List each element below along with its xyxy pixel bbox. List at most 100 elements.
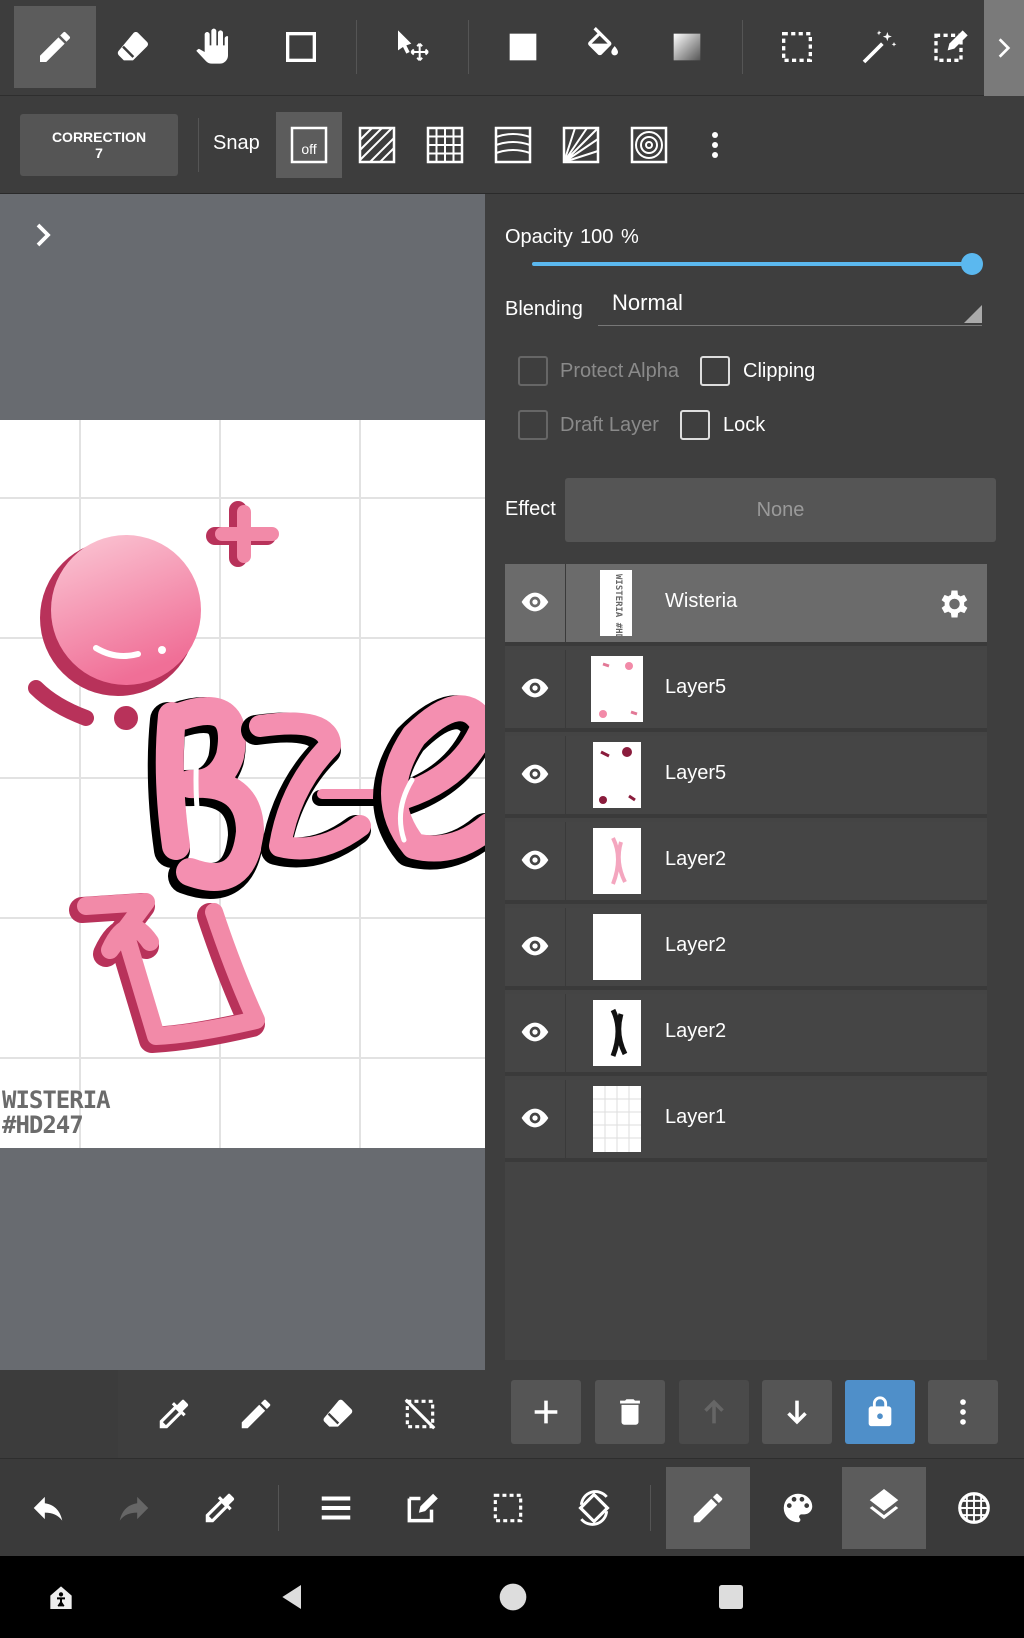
lock-checkbox[interactable] xyxy=(680,410,710,440)
layer-panel-button[interactable] xyxy=(842,1467,926,1549)
recents-button[interactable] xyxy=(710,1576,752,1618)
material-panel-button[interactable] xyxy=(932,1467,1016,1549)
snap-circle-button[interactable] xyxy=(616,112,682,178)
correction-label: CORRECTION xyxy=(51,129,147,145)
deselect-icon xyxy=(404,1398,436,1430)
layer-name: Layer1 xyxy=(665,1106,727,1128)
effect-button[interactable]: None xyxy=(565,478,996,542)
pen-icon xyxy=(693,1493,723,1523)
arrow-up-icon xyxy=(704,1399,724,1424)
arrow-down-icon xyxy=(787,1400,807,1425)
draft-layer-checkbox[interactable] xyxy=(518,410,548,440)
eraser-icon xyxy=(117,32,148,61)
layer-row-layer2-a[interactable]: Layer2 xyxy=(505,822,987,904)
move-layer-up-button[interactable] xyxy=(679,1380,749,1444)
menu-button[interactable] xyxy=(294,1467,378,1549)
layer-thumbnail xyxy=(593,914,641,980)
heart-outline-shape xyxy=(69,893,265,1053)
magic-wand-tool-button[interactable] xyxy=(838,6,920,88)
artboard[interactable]: WISTERIA #HD247 xyxy=(0,420,485,1148)
layer-name: Layer2 xyxy=(665,848,727,870)
dot-mark xyxy=(114,706,138,730)
snap-off-button[interactable]: off xyxy=(276,112,342,178)
eye-icon[interactable] xyxy=(519,930,551,962)
opacity-slider-track[interactable] xyxy=(532,262,972,266)
home-button[interactable] xyxy=(492,1576,534,1618)
bottom-toolbar xyxy=(0,1458,1024,1556)
blending-select[interactable]: Normal xyxy=(598,282,982,326)
layer-row-wisteria[interactable]: WISTERIA #HD247 Wisteria xyxy=(505,564,987,646)
rotate-canvas-button[interactable] xyxy=(552,1467,636,1549)
eye-icon[interactable] xyxy=(519,844,551,876)
snap-parallel-button[interactable] xyxy=(344,112,410,178)
watermark-line2: #HD247 xyxy=(2,1111,84,1139)
palette-icon xyxy=(783,1493,813,1523)
layer-row-layer5-b[interactable]: Layer5 xyxy=(505,736,987,818)
quick-pen-button[interactable] xyxy=(230,1388,282,1440)
eye-icon[interactable] xyxy=(519,672,551,704)
pen-tool-button[interactable] xyxy=(14,6,96,88)
edit-button[interactable] xyxy=(380,1467,464,1549)
select-pen-tool-button[interactable] xyxy=(918,6,984,88)
concentric-circles-icon xyxy=(630,126,668,164)
lock-layer-button[interactable] xyxy=(845,1380,915,1444)
correction-button[interactable]: CORRECTION 7 xyxy=(20,114,178,176)
curve-lines-icon xyxy=(494,126,532,164)
effect-label: Effect xyxy=(505,498,556,520)
opacity-slider-thumb[interactable] xyxy=(961,253,983,275)
add-layer-button[interactable] xyxy=(511,1380,581,1444)
pen-icon xyxy=(40,31,70,62)
move-tool-button[interactable] xyxy=(372,6,454,88)
delete-layer-button[interactable] xyxy=(595,1380,665,1444)
snap-radial-button[interactable] xyxy=(548,112,614,178)
accessibility-button[interactable] xyxy=(40,1576,82,1618)
canvas-area[interactable]: WISTERIA #HD247 xyxy=(0,194,485,1370)
bucket-tool-button[interactable] xyxy=(562,6,644,88)
hamburger-menu-icon xyxy=(321,1496,351,1520)
eye-icon[interactable] xyxy=(519,1102,551,1134)
snap-more-button[interactable] xyxy=(682,112,748,178)
layer-row-layer5-a[interactable]: Layer5 xyxy=(505,650,987,732)
eyedropper-button[interactable] xyxy=(178,1467,262,1549)
more-vertical-icon xyxy=(712,132,718,158)
hand-tool-button[interactable] xyxy=(172,6,254,88)
shape-tool-button[interactable] xyxy=(260,6,342,88)
selection-button[interactable] xyxy=(466,1467,550,1549)
undo-button[interactable] xyxy=(6,1467,90,1549)
fill-rect-tool-button[interactable] xyxy=(482,6,564,88)
quick-eyedropper-button[interactable] xyxy=(148,1388,200,1440)
watermark-line1: WISTERIA xyxy=(2,1086,111,1114)
selection-tool-button[interactable] xyxy=(756,6,838,88)
layer-row-layer2-b[interactable]: Layer2 xyxy=(505,908,987,990)
redo-button[interactable] xyxy=(92,1467,176,1549)
layer-actions-bar xyxy=(485,1370,1024,1458)
quick-deselect-button[interactable] xyxy=(394,1388,446,1440)
protect-alpha-checkbox[interactable] xyxy=(518,356,548,386)
eraser-tool-button[interactable] xyxy=(92,6,174,88)
clipping-checkbox[interactable] xyxy=(700,356,730,386)
layer-row-layer2-c[interactable]: Layer2 xyxy=(505,994,987,1076)
eye-icon[interactable] xyxy=(519,586,551,618)
layer-row-layer1[interactable]: Layer1 xyxy=(505,1080,987,1162)
gear-icon[interactable] xyxy=(935,586,971,622)
layer-more-button[interactable] xyxy=(928,1380,998,1444)
plus-sparkle xyxy=(206,501,279,567)
panel-toggle-chevron-icon[interactable] xyxy=(28,220,58,250)
toolbar-expand-button[interactable] xyxy=(984,0,1024,96)
medibang-app: CORRECTION 7 Snap off WISTERIA #HD247 Op… xyxy=(0,0,1024,1638)
color-panel-button[interactable] xyxy=(756,1467,840,1549)
eye-icon[interactable] xyxy=(519,1016,551,1048)
eyedropper-icon xyxy=(205,1493,235,1523)
blending-value: Normal xyxy=(612,290,683,315)
snap-grid-button[interactable] xyxy=(412,112,478,178)
pink-ball xyxy=(40,535,201,696)
move-layer-down-button[interactable] xyxy=(762,1380,832,1444)
snap-curve-button[interactable] xyxy=(480,112,546,178)
quick-eraser-button[interactable] xyxy=(312,1388,364,1440)
more-vertical-icon xyxy=(960,1399,966,1425)
eye-icon[interactable] xyxy=(519,758,551,790)
filled-square-icon xyxy=(509,33,537,61)
gradient-tool-button[interactable] xyxy=(646,6,728,88)
back-button[interactable] xyxy=(272,1576,314,1618)
brush-panel-button[interactable] xyxy=(666,1467,750,1549)
